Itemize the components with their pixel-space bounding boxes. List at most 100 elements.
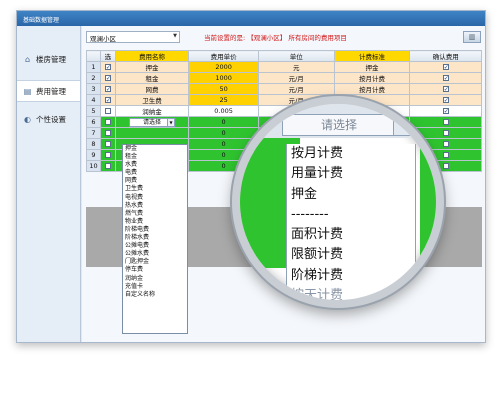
fee-name-cell: 租金 bbox=[114, 72, 190, 84]
community-select[interactable]: 观澜小区 ▼ bbox=[86, 31, 180, 43]
billing-standard-option[interactable]: 用量计费 bbox=[291, 164, 415, 184]
sidebar: ⌂ 楼房管理 ▤ 费用管理 ◐ 个性设置 bbox=[17, 26, 81, 342]
billing-standard-option[interactable]: 押金 bbox=[291, 185, 415, 205]
column-header-unit: 单位 bbox=[257, 50, 335, 62]
dropdown-option[interactable]: 燃气费 bbox=[123, 210, 187, 218]
dropdown-option[interactable]: 租金 bbox=[123, 153, 187, 161]
standard-cell: 按月计费 bbox=[333, 83, 411, 95]
collapse-button[interactable]: ▥ bbox=[463, 31, 481, 43]
dropdown-option[interactable]: 卫生费 bbox=[123, 185, 187, 193]
column-header-name: 费用名称 bbox=[114, 50, 190, 62]
fee-name-cell[interactable]: 请选择 ▼ bbox=[114, 116, 190, 128]
dropdown-option[interactable]: 阶梯水费 bbox=[123, 234, 187, 242]
select-checkbox-cell[interactable]: ✓ bbox=[99, 83, 116, 95]
sidebar-item-fees[interactable]: ▤ 费用管理 bbox=[17, 80, 80, 102]
price-cell: 2000 bbox=[188, 61, 259, 73]
fee-icon: ▤ bbox=[23, 86, 32, 96]
billing-standard-option[interactable]: 限额计费 bbox=[291, 245, 415, 265]
checkbox[interactable] bbox=[104, 119, 111, 125]
column-header-price: 费用单价 bbox=[188, 50, 259, 62]
fee-name-cell: 卫生费 bbox=[114, 94, 190, 106]
checkbox[interactable] bbox=[104, 141, 111, 147]
fee-name-cell: 网费 bbox=[114, 83, 190, 95]
checkbox[interactable]: ✓ bbox=[442, 86, 449, 93]
checkbox[interactable]: ✓ bbox=[442, 97, 449, 104]
confirm-checkbox-cell[interactable]: ✓ bbox=[409, 72, 482, 84]
table-row[interactable]: 3 ✓ 网费 50 元/月 按月计费 ✓ bbox=[86, 83, 482, 95]
row-number: 10 bbox=[86, 160, 101, 172]
checkbox[interactable] bbox=[104, 152, 111, 158]
standard-cell: 押金 bbox=[333, 61, 411, 73]
checkbox[interactable]: ✓ bbox=[442, 64, 449, 71]
checkbox[interactable] bbox=[442, 130, 449, 136]
select-checkbox-cell[interactable] bbox=[99, 127, 116, 139]
column-header-select: 选 bbox=[99, 50, 116, 62]
magnifier-lens: 请选择 ▼ 按月计费 用量计费 押金 -------- 面积计费 限额计费 阶梯计费 按天计费 bbox=[232, 96, 444, 308]
notice-suffix: 所有房间的费用项目 bbox=[288, 34, 347, 42]
checkbox[interactable] bbox=[104, 163, 111, 169]
confirm-checkbox-cell[interactable]: ✓ bbox=[409, 83, 482, 95]
sidebar-item-label: 个性设置 bbox=[36, 114, 66, 124]
checkbox[interactable] bbox=[442, 119, 449, 125]
chevron-down-icon: ▼ bbox=[167, 118, 175, 126]
dropdown-option[interactable]: 润纳金 bbox=[123, 275, 187, 283]
billing-standard-placeholder: 请选择 bbox=[321, 118, 358, 132]
dropdown-option[interactable]: 物业费 bbox=[123, 218, 187, 226]
fee-name-cell bbox=[114, 127, 190, 139]
checkbox[interactable] bbox=[104, 108, 111, 114]
sidebar-item-settings[interactable]: ◐ 个性设置 bbox=[17, 108, 80, 130]
checkbox[interactable]: ✓ bbox=[442, 75, 449, 82]
select-checkbox-cell[interactable] bbox=[99, 149, 116, 161]
checkbox[interactable]: ✓ bbox=[442, 108, 449, 115]
select-checkbox-cell[interactable] bbox=[99, 105, 116, 117]
row-number-header bbox=[86, 50, 101, 62]
table-header: 选 费用名称 费用单价 单位 计费标准 确认费用 bbox=[86, 50, 482, 62]
row-number: 7 bbox=[86, 127, 101, 139]
chevron-down-icon: ▼ bbox=[393, 115, 411, 135]
dropdown-option[interactable]: 停车费 bbox=[123, 266, 187, 274]
fee-name-cell: 押金 bbox=[114, 61, 190, 73]
select-checkbox-cell[interactable]: ✓ bbox=[99, 72, 116, 84]
billing-standard-option[interactable]: 按月计费 bbox=[291, 144, 415, 164]
row-number: 4 bbox=[86, 94, 101, 106]
select-checkbox-cell[interactable]: ✓ bbox=[99, 61, 116, 73]
dropdown-option[interactable]: 押金 bbox=[123, 145, 187, 153]
billing-standard-option[interactable]: 面积计费 bbox=[291, 225, 415, 245]
window-title: 基础数据管理 bbox=[17, 11, 485, 26]
table-row[interactable]: 2 ✓ 租金 1000 元/月 按月计费 ✓ bbox=[86, 72, 482, 84]
select-checkbox-cell[interactable]: ✓ bbox=[99, 94, 116, 106]
table-row[interactable]: 1 ✓ 押金 2000 元押金 ✓ bbox=[86, 61, 482, 73]
dropdown-option[interactable]: 电视费 bbox=[123, 194, 187, 202]
select-checkbox-cell[interactable] bbox=[99, 160, 116, 172]
billing-standard-option[interactable]: -------- bbox=[291, 205, 415, 225]
sidebar-item-label: 费用管理 bbox=[36, 86, 66, 96]
billing-standard-option[interactable]: 阶梯计费 bbox=[291, 266, 415, 286]
dropdown-option[interactable]: 热水费 bbox=[123, 202, 187, 210]
dropdown-option[interactable]: 自定义名称 bbox=[123, 291, 187, 299]
checkbox[interactable] bbox=[442, 163, 449, 169]
dropdown-option[interactable]: 阶梯电费 bbox=[123, 226, 187, 234]
select-checkbox-cell[interactable] bbox=[99, 138, 116, 150]
checkbox[interactable]: ✓ bbox=[104, 75, 111, 82]
row-number: 8 bbox=[86, 138, 101, 150]
checkbox[interactable]: ✓ bbox=[104, 86, 111, 93]
checkbox[interactable] bbox=[104, 130, 111, 136]
unit-cell: 元 bbox=[257, 61, 335, 73]
confirm-checkbox-cell[interactable]: ✓ bbox=[409, 61, 482, 73]
checkbox[interactable] bbox=[442, 152, 449, 158]
select-checkbox-cell[interactable] bbox=[99, 116, 116, 128]
billing-standard-select[interactable]: 请选择 ▼ bbox=[282, 114, 412, 136]
notice-prefix: 当前设置的是: bbox=[204, 34, 246, 42]
dropdown-option[interactable]: 公摊电费 bbox=[123, 242, 187, 250]
sidebar-item-building[interactable]: ⌂ 楼房管理 bbox=[17, 48, 80, 70]
checkbox[interactable] bbox=[442, 141, 449, 147]
checkbox[interactable]: ✓ bbox=[104, 97, 111, 104]
dropdown-option[interactable]: 充值卡 bbox=[123, 283, 187, 291]
checkbox[interactable]: ✓ bbox=[104, 64, 111, 71]
sidebar-item-label: 楼房管理 bbox=[36, 54, 66, 64]
notice-community: 【观澜小区】 bbox=[247, 34, 287, 42]
fee-name-select[interactable]: 请选择 ▼ bbox=[129, 117, 176, 127]
price-cell: 1000 bbox=[188, 72, 259, 84]
billing-standard-options: 按月计费 用量计费 押金 -------- 面积计费 限额计费 阶梯计费 按天计费 bbox=[286, 144, 416, 300]
row-number: 2 bbox=[86, 72, 101, 84]
